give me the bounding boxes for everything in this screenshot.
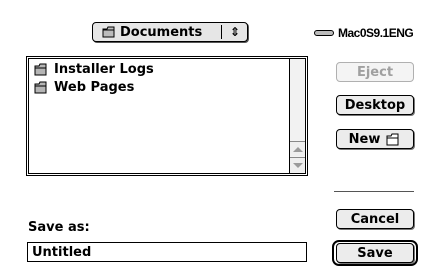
eject-button-label: Eject [356, 64, 394, 80]
volume-label: Mac0S9.1ENG [338, 26, 414, 40]
folder-icon [34, 63, 48, 76]
vertical-scrollbar[interactable] [289, 59, 305, 173]
list-item-label: Web Pages [54, 79, 135, 95]
cancel-button-label: Cancel [350, 211, 400, 227]
list-item-label: Installer Logs [54, 61, 154, 77]
new-folder-button[interactable]: New [336, 129, 414, 149]
cancel-button[interactable]: Cancel [336, 209, 414, 229]
file-list-rows: Installer Logs Web Pages [30, 60, 285, 96]
eject-button[interactable]: Eject [336, 62, 414, 82]
save-dialog: Documents ⇕ Mac0S9.1ENG Installer Logs W… [0, 0, 448, 266]
scroll-down-arrow-icon[interactable] [290, 157, 305, 172]
volume-name: Mac0S9.1ENG [314, 26, 414, 40]
folder-icon [34, 81, 48, 94]
hard-disk-icon [314, 30, 334, 36]
desktop-button-label: Desktop [344, 97, 406, 113]
filename-input[interactable]: Untitled [27, 242, 307, 262]
list-item[interactable]: Installer Logs [30, 60, 285, 78]
list-item[interactable]: Web Pages [30, 78, 285, 96]
save-button-label: Save [357, 245, 393, 261]
file-list[interactable]: Installer Logs Web Pages [26, 56, 308, 176]
scroll-up-arrow-icon[interactable] [290, 141, 305, 156]
new-folder-button-label: New [348, 131, 381, 147]
new-folder-icon [386, 133, 401, 146]
folder-popup-menu[interactable]: Documents ⇕ [92, 22, 248, 42]
save-button[interactable]: Save [336, 243, 414, 263]
save-as-label: Save as: [28, 220, 90, 235]
folder-popup-label: Documents [120, 24, 203, 40]
popup-divider [221, 25, 222, 39]
up-down-arrows-icon: ⇕ [229, 25, 240, 39]
folder-icon [102, 26, 116, 38]
button-separator [334, 191, 414, 192]
desktop-button[interactable]: Desktop [336, 95, 414, 115]
